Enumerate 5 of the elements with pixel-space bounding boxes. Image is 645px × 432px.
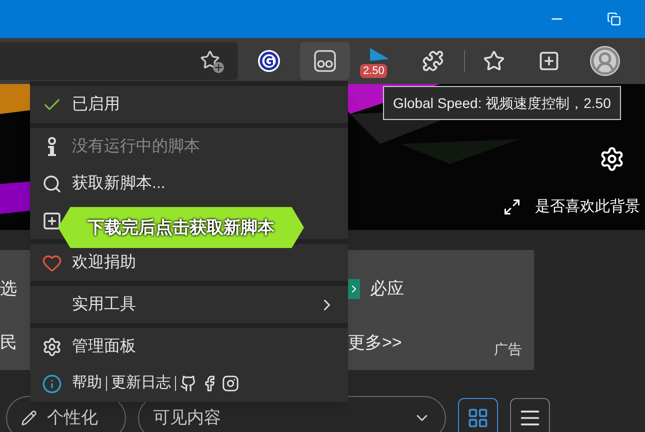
speed-badge: 2.50 [360,64,388,78]
hint-tooltip: 下载完后点击获取新脚本 [58,207,304,248]
ad-label: 广告 [494,340,522,359]
menu-item: 没有运行中的脚本 [30,128,348,165]
tooltip: Global Speed: 视频速度控制，2.50 [383,86,621,120]
